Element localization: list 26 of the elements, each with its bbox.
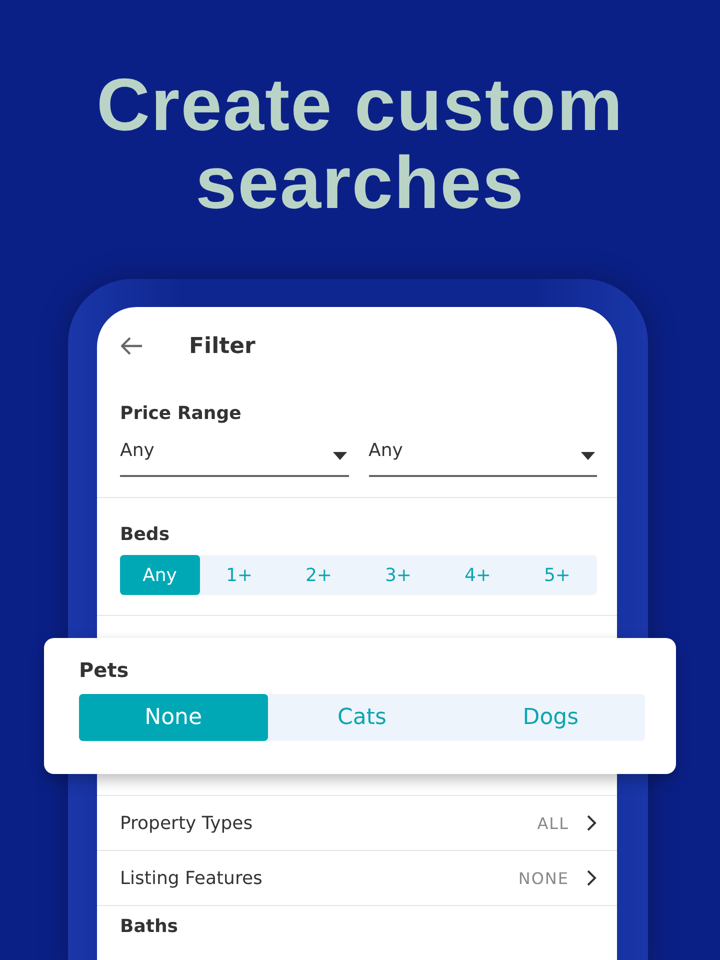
segment-option[interactable]: 2+: [279, 555, 358, 595]
segment-option[interactable]: 3+: [358, 555, 438, 595]
caret-icon: [332, 452, 346, 460]
section-label: Pets: [79, 658, 130, 682]
chevron-icon[interactable]: [587, 815, 597, 831]
segment-option[interactable]: None: [79, 694, 268, 741]
segment-option[interactable]: Any: [120, 555, 200, 595]
back-arrow-icon[interactable]: [121, 337, 143, 355]
dropdown-field[interactable]: Any: [120, 438, 348, 477]
caret-icon: [581, 452, 595, 460]
row-value: ALL: [537, 814, 569, 832]
segment-option[interactable]: Cats: [268, 694, 456, 741]
section-label: Price Range: [120, 403, 242, 424]
segment-option[interactable]: 4+: [438, 555, 518, 595]
segment-option[interactable]: Dogs: [456, 694, 646, 741]
segment-option[interactable]: 1+: [200, 555, 279, 595]
section-label: Baths: [120, 916, 179, 937]
row-label[interactable]: Listing Features: [120, 868, 518, 888]
chevron-icon[interactable]: [587, 870, 597, 886]
dropdown-field[interactable]: Any: [368, 438, 597, 477]
segment-option[interactable]: 5+: [518, 555, 597, 595]
row-label[interactable]: Property Types: [120, 812, 538, 834]
section-label: Beds: [120, 524, 171, 545]
screen-title: Filter: [189, 334, 256, 358]
row-value: NONE: [518, 868, 569, 888]
headline: Create custom searches: [95, 62, 625, 222]
